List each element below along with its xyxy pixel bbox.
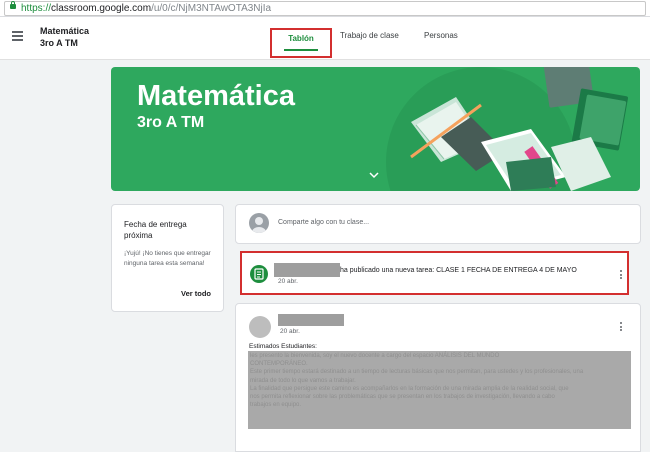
announcement-line: La finalidad que persigue este camino es… [250,385,569,392]
announcement-body-redacted: les presento la bienvenida, soy el nuevo… [248,351,631,429]
announcement-line: les presento la bienvenida, soy el nuevo… [250,353,500,359]
post-date: 20 abr. [278,278,298,285]
class-banner: Matemática 3ro A TM [111,67,640,191]
announcement-line: mirada de todo lo que vamos a trabajar. [250,377,356,384]
composer-placeholder: Comparte algo con tu clase... [278,219,370,226]
upcoming-work-card: Fecha de entrega próxima ¡Yujú! ¡No tien… [111,204,224,312]
classroom-header: Matemática 3ro A TM Tablón Trabajo de cl… [0,17,650,60]
assignment-text: ha publicado una nueva tarea: CLASE 1 FE… [340,267,577,274]
announcement-line: trabajos en equipo. [250,402,302,409]
upcoming-title: Fecha de entrega próxima [124,220,187,240]
banner-title: Matemática [137,80,295,112]
user-icon [252,217,266,233]
banner-subtitle: 3ro A TM [137,114,205,131]
avatar [249,316,271,338]
lock-icon [10,1,16,9]
class-section: 3ro A TM [40,38,78,48]
announcement-line: Este primer tiempo estará destinado a un… [250,369,584,376]
tab-tablon-label: Tablón [288,34,314,43]
tab-tablon[interactable]: Tablón [270,28,332,58]
chevron-down-icon[interactable] [369,171,379,179]
tab-personas[interactable]: Personas [424,31,458,40]
class-title[interactable]: Matemática 3ro A TM [40,25,89,49]
assignment-icon [250,265,268,283]
upcoming-message: ¡Yujú! ¡No tienes que entregar ninguna t… [124,250,211,267]
active-tab-indicator [284,49,318,51]
redacted-name [278,314,344,326]
announcement-line: nos permita reflexionar sobre las proble… [250,394,555,401]
post-date: 20 abr. [280,328,300,335]
browser-address-bar: https://classroom.google.com/u/0/c/NjM3N… [0,0,650,17]
hamburger-menu-icon[interactable] [12,31,23,41]
more-options-icon[interactable] [620,322,623,333]
redacted-name [274,263,340,277]
announcement-greeting: Estimados Estudiantes: [249,343,317,350]
class-name: Matemática [40,26,90,36]
url-text: https://classroom.google.com/u/0/c/NjM3N… [21,3,272,14]
tab-trabajo-de-clase[interactable]: Trabajo de clase [340,31,399,40]
assignment-post[interactable]: ha publicado una nueva tarea: CLASE 1 FE… [240,251,629,295]
view-all-link[interactable]: Ver todo [181,289,211,298]
announcement-line: CONTEMPORÁNEO. [250,361,308,368]
share-composer[interactable]: Comparte algo con tu clase... [235,204,641,244]
avatar [249,213,269,233]
more-options-icon[interactable] [620,270,623,281]
url-field[interactable]: https://classroom.google.com/u/0/c/NjM3N… [4,1,646,16]
announcement-post: 20 abr. Estimados Estudiantes: les prese… [235,303,641,452]
